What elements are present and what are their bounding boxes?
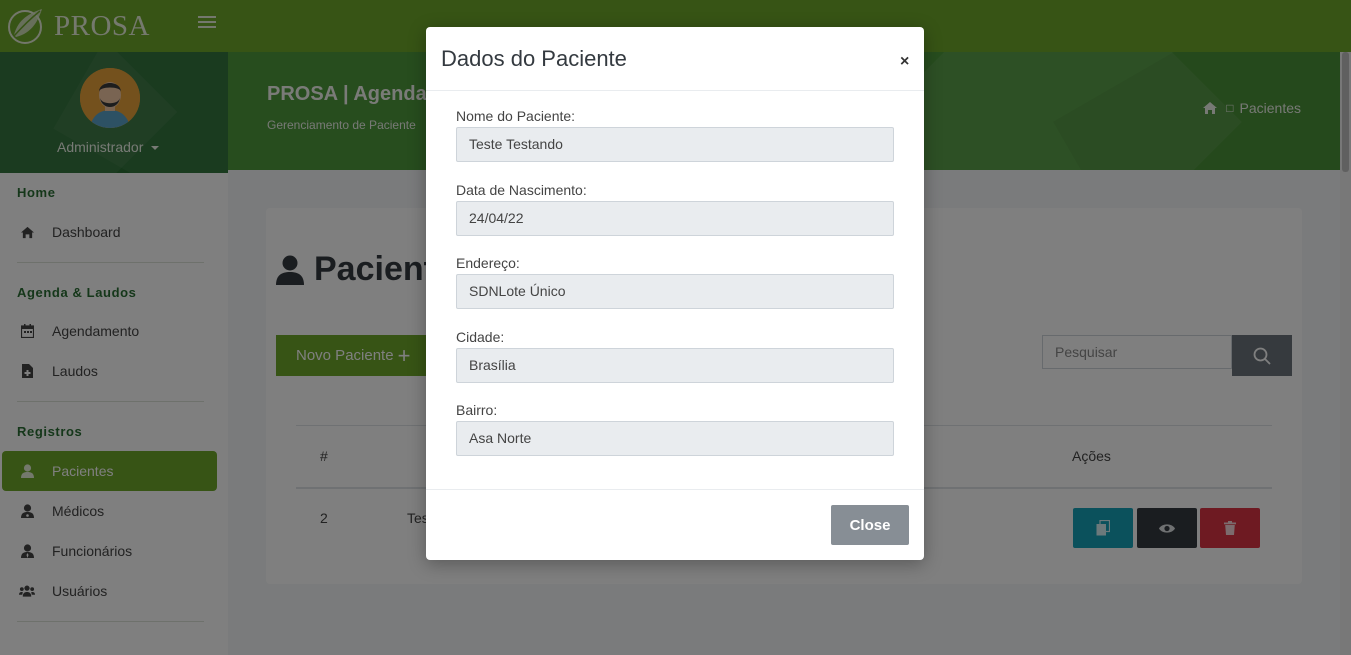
- modal-header: Dados do Paciente ×: [426, 27, 924, 91]
- field-label-name: Nome do Paciente:: [456, 108, 576, 124]
- patient-name-field[interactable]: Teste Testando: [456, 127, 894, 162]
- city-field[interactable]: Brasília: [456, 348, 894, 383]
- address-field[interactable]: SDNLote Único: [456, 274, 894, 309]
- field-label-birthdate: Data de Nascimento:: [456, 182, 587, 198]
- field-label-city: Cidade:: [456, 329, 505, 345]
- field-label-district: Bairro:: [456, 402, 498, 418]
- modal-title: Dados do Paciente: [441, 46, 627, 71]
- close-button[interactable]: Close: [831, 505, 909, 545]
- close-icon[interactable]: ×: [900, 53, 909, 71]
- modal-footer: Close: [426, 489, 924, 560]
- district-field[interactable]: Asa Norte: [456, 421, 894, 456]
- birthdate-field[interactable]: 24/04/22: [456, 201, 894, 236]
- field-label-address: Endereço:: [456, 255, 520, 271]
- patient-modal: Dados do Paciente × Nome do Paciente: Te…: [426, 27, 924, 560]
